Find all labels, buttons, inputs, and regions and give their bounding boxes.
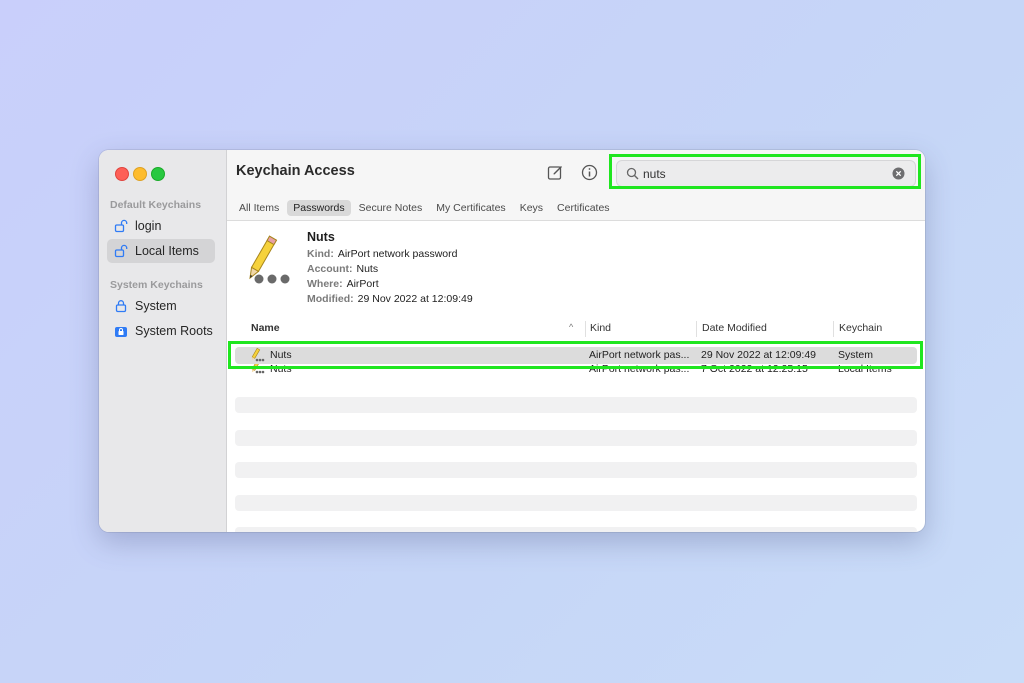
tab-all-items[interactable]: All Items bbox=[233, 200, 285, 216]
empty-row bbox=[235, 527, 917, 532]
column-header-name[interactable]: Name bbox=[251, 322, 280, 334]
unlock-icon bbox=[113, 243, 129, 259]
sidebar-item-system-roots[interactable]: System Roots bbox=[107, 319, 215, 343]
lock-icon bbox=[113, 298, 129, 314]
column-divider[interactable] bbox=[696, 321, 697, 337]
tab-secure-notes[interactable]: Secure Notes bbox=[353, 200, 429, 216]
window-title: Keychain Access bbox=[236, 163, 355, 179]
detail-item-name: Nuts bbox=[307, 230, 335, 244]
column-header-kind[interactable]: Kind bbox=[590, 322, 611, 334]
detail-account-label: Account: bbox=[307, 263, 353, 275]
maximize-window-button[interactable] bbox=[151, 167, 165, 181]
sidebar-item-system[interactable]: System bbox=[107, 294, 215, 318]
sort-ascending-icon[interactable]: ^ bbox=[569, 322, 573, 332]
detail-modified-label: Modified: bbox=[307, 293, 354, 305]
detail-kind-label: Kind: bbox=[307, 248, 334, 260]
tab-my-certificates[interactable]: My Certificates bbox=[430, 200, 511, 216]
close-window-button[interactable] bbox=[115, 167, 129, 181]
lock-icon bbox=[113, 323, 129, 339]
sidebar: Default Keychains login Local Items Syst… bbox=[99, 150, 227, 532]
sidebar-item-login[interactable]: login bbox=[107, 214, 215, 238]
minimize-window-button[interactable] bbox=[133, 167, 147, 181]
compose-icon[interactable] bbox=[546, 163, 564, 181]
sidebar-item-label: login bbox=[135, 219, 162, 233]
category-tabs: All Items Passwords Secure Notes My Cert… bbox=[227, 196, 925, 221]
column-header-keychain[interactable]: Keychain bbox=[839, 322, 882, 334]
detail-where: Where: AirPort bbox=[307, 278, 379, 290]
detail-where-label: Where: bbox=[307, 278, 343, 290]
column-header-date-modified[interactable]: Date Modified bbox=[702, 322, 767, 334]
detail-account: Account: Nuts bbox=[307, 263, 378, 275]
empty-row bbox=[235, 495, 917, 511]
detail-modified: Modified: 29 Nov 2022 at 12:09:49 bbox=[307, 293, 473, 305]
empty-row bbox=[235, 462, 917, 478]
search-highlight-box bbox=[609, 154, 921, 189]
password-item-icon bbox=[239, 233, 295, 289]
info-icon[interactable] bbox=[580, 163, 598, 181]
detail-kind: Kind: AirPort network password bbox=[307, 248, 457, 260]
default-keychains-heading: Default Keychains bbox=[110, 199, 202, 211]
empty-row bbox=[235, 430, 917, 446]
sidebar-item-label: System bbox=[135, 299, 177, 313]
system-keychains-heading: System Keychains bbox=[110, 279, 203, 291]
detail-where-value: AirPort bbox=[346, 278, 379, 290]
tab-keys[interactable]: Keys bbox=[514, 200, 549, 216]
sidebar-item-label: System Roots bbox=[135, 324, 213, 338]
detail-account-value: Nuts bbox=[356, 263, 379, 275]
sidebar-item-local-items[interactable]: Local Items bbox=[107, 239, 215, 263]
detail-kind-value: AirPort network password bbox=[337, 248, 458, 260]
column-divider[interactable] bbox=[833, 321, 834, 337]
tab-passwords[interactable]: Passwords bbox=[287, 200, 351, 216]
tab-certificates[interactable]: Certificates bbox=[551, 200, 616, 216]
row-highlight-box bbox=[228, 341, 923, 369]
column-divider[interactable] bbox=[585, 321, 586, 337]
unlock-icon bbox=[113, 218, 129, 234]
sidebar-item-label: Local Items bbox=[135, 244, 199, 258]
detail-modified-value: 29 Nov 2022 at 12:09:49 bbox=[357, 293, 473, 305]
empty-row bbox=[235, 397, 917, 413]
